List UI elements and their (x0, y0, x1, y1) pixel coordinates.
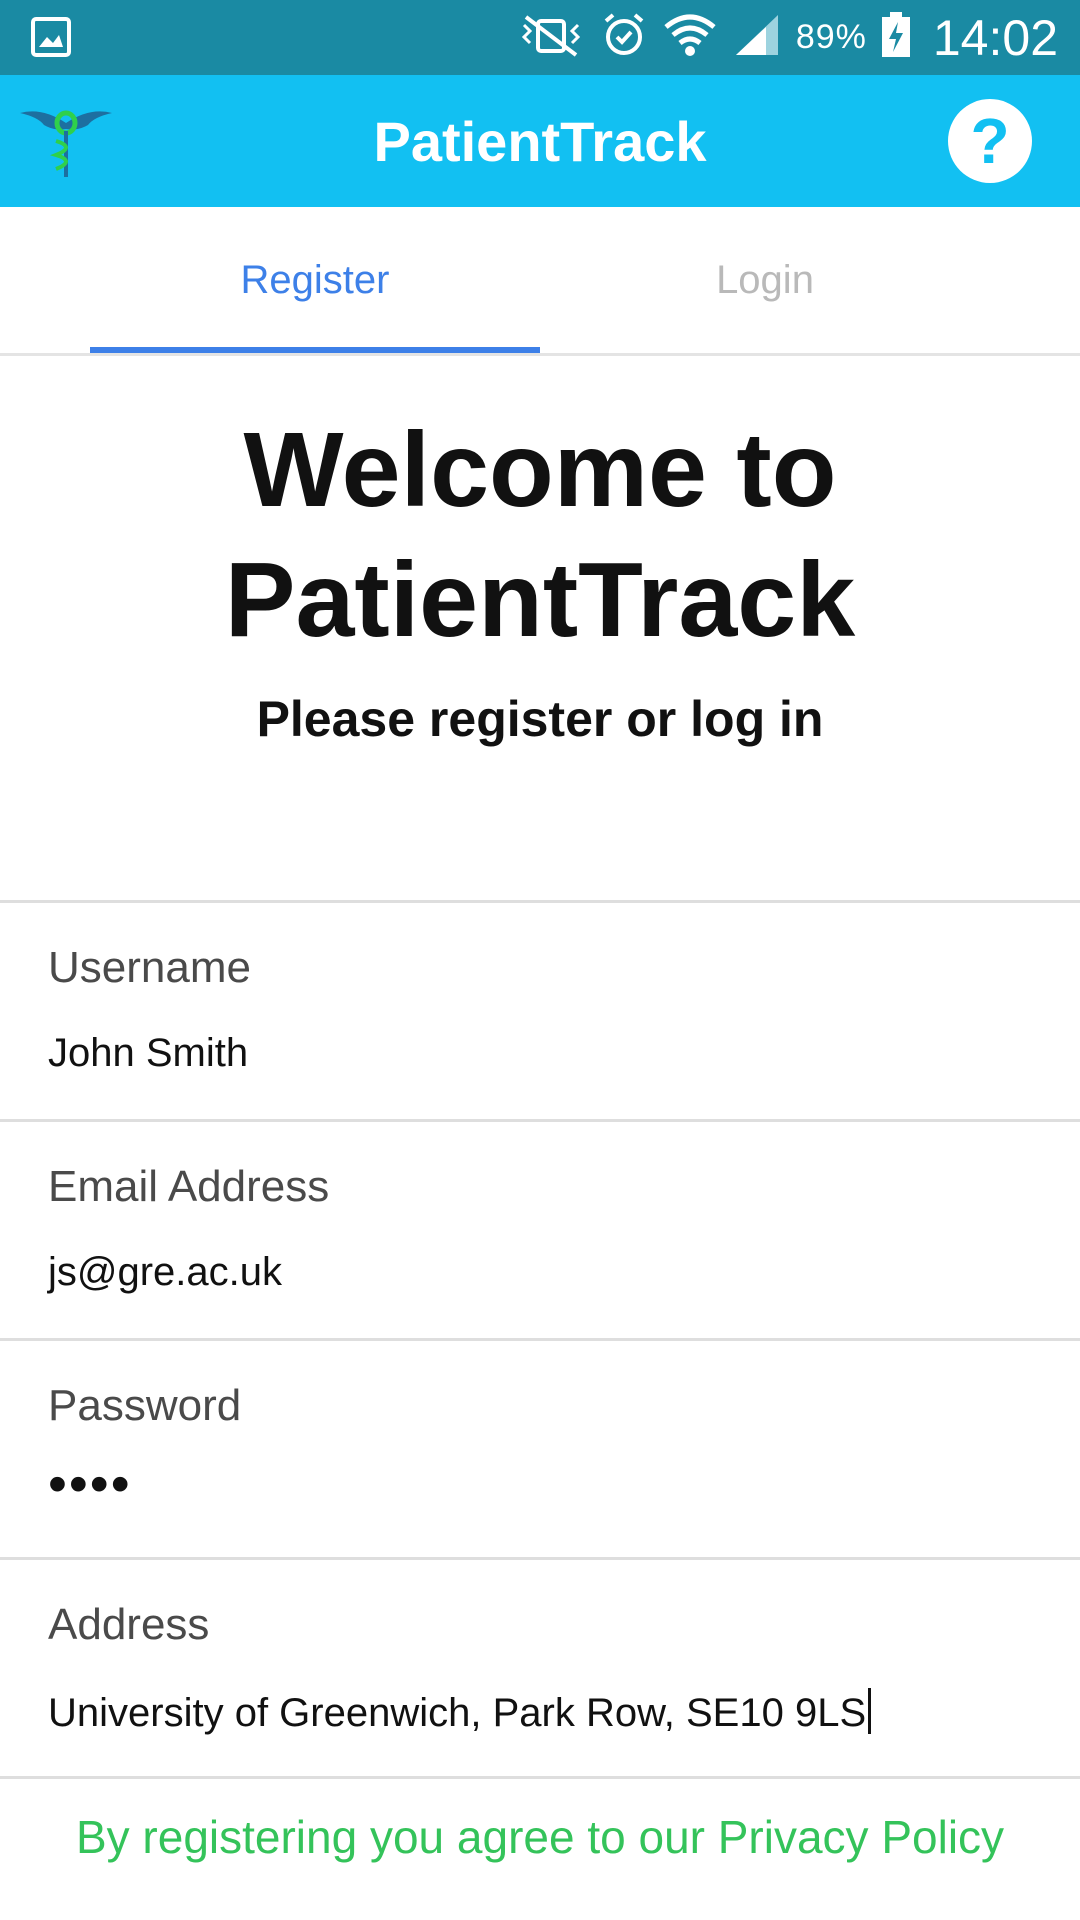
divider (0, 1776, 1080, 1779)
battery-percent: 89% (795, 18, 867, 56)
email-input[interactable]: js@gre.ac.uk (48, 1250, 282, 1295)
app-bar: PatientTrack ? (0, 75, 1080, 207)
email-field[interactable]: Email Address js@gre.ac.uk (0, 1119, 1080, 1341)
clock: 14:02 (932, 9, 1058, 66)
alarm-icon (600, 11, 648, 64)
address-input[interactable]: University of Greenwich, Park Row, SE10 … (48, 1688, 872, 1736)
auth-tabs: Register Login (0, 207, 1080, 356)
welcome-subtitle: Please register or log in (256, 691, 824, 747)
username-field[interactable]: Username John Smith (0, 900, 1080, 1122)
address-input-text: University of Greenwich, Park Row, SE10 … (48, 1691, 867, 1735)
tab-register[interactable]: Register (90, 207, 540, 353)
welcome-heading-line2: PatientTrack (224, 541, 856, 659)
privacy-policy-link[interactable]: By registering you agree to our Privacy … (0, 1810, 1080, 1864)
help-button[interactable]: ? (948, 99, 1032, 183)
signal-icon (732, 13, 782, 62)
screen: 89% 14:02 PatientTrack ? Register Login … (0, 0, 1080, 1920)
username-label: Username (48, 943, 251, 992)
status-icons: 89% 14:02 (516, 0, 1058, 75)
welcome-heading-line1: Welcome to (243, 411, 837, 529)
tab-login[interactable]: Login (540, 207, 990, 353)
app-title: PatientTrack (373, 109, 707, 173)
gallery-icon (31, 17, 71, 62)
password-input[interactable]: •••• (48, 1453, 132, 1515)
address-field[interactable]: Address University of Greenwich, Park Ro… (0, 1557, 1080, 1779)
wifi-icon (662, 11, 718, 64)
welcome-heading: Welcome to PatientTrack (0, 405, 1080, 665)
status-bar: 89% 14:02 (0, 0, 1080, 75)
battery-charging-icon (881, 12, 911, 63)
tab-indicator (90, 347, 540, 353)
email-label: Email Address (48, 1162, 330, 1211)
text-cursor (868, 1688, 872, 1734)
password-field[interactable]: Password •••• (0, 1338, 1080, 1560)
username-input[interactable]: John Smith (48, 1031, 248, 1076)
help-icon: ? (970, 105, 1010, 177)
vibrate-off-icon (516, 13, 586, 62)
address-label: Address (48, 1600, 210, 1649)
password-label: Password (48, 1381, 242, 1430)
